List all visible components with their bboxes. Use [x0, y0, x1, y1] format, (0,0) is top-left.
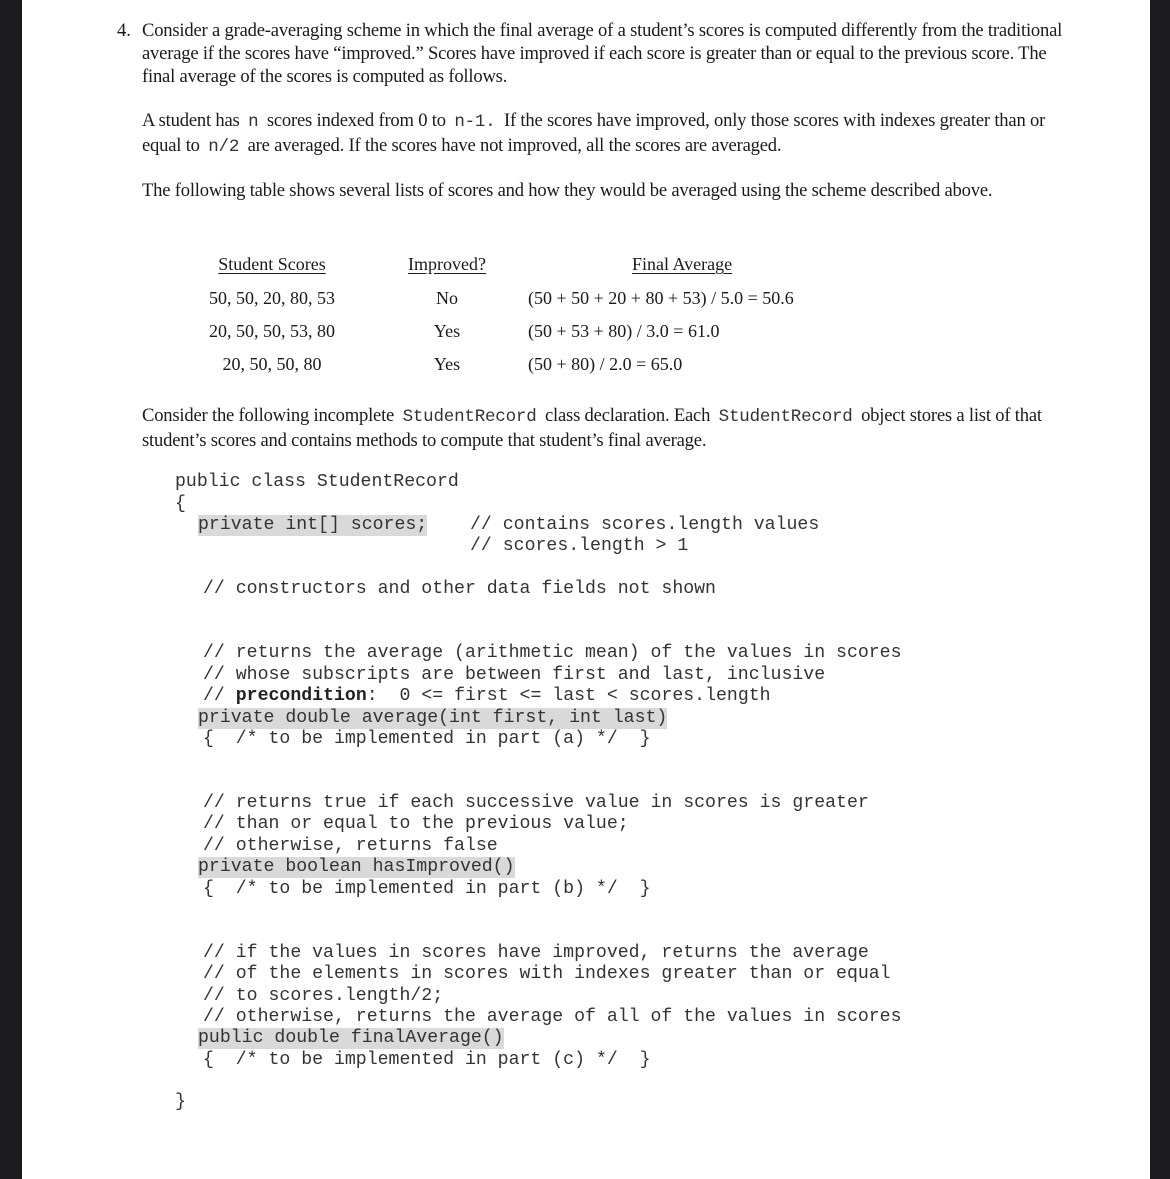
row-1-improved: No [436, 288, 458, 308]
table-intro: The following table shows several lists … [142, 180, 993, 201]
final-average-comment-1: // if the values in scores have improved… [203, 943, 869, 963]
precondition-label: precondition [235, 686, 367, 706]
final-average-comment-2: // of the elements in scores with indexe… [203, 964, 891, 984]
code-studentrecord-1: StudentRecord [402, 407, 537, 427]
final-average-comment-4: // otherwise, returns the average of all… [203, 1007, 902, 1027]
class-close-brace: } [175, 1092, 186, 1112]
class-intro-text-1: Consider the following incomplete [142, 405, 395, 426]
final-average-signature: public double finalAverage() [198, 1028, 504, 1050]
row-1-scores: 50, 50, 20, 80, 53 [209, 288, 335, 308]
scoring-rule: A student has n scores indexed from 0 to… [142, 109, 1072, 159]
code-n: n [248, 112, 259, 132]
precondition-prefix: // [203, 686, 225, 706]
class-intro-text-2: class declaration. Each [544, 405, 711, 426]
average-comment-2: // whose subscripts are between first an… [203, 665, 826, 685]
header-final-average: Final Average [632, 254, 733, 274]
code-n-half: n/2 [208, 137, 240, 157]
rule-text-1: A student has [142, 110, 240, 131]
row-2-improved: Yes [433, 321, 461, 341]
question-intro: Consider a grade-averaging scheme in whi… [142, 20, 1063, 87]
has-improved-comment-1: // returns true if each successive value… [203, 793, 869, 813]
final-average-comment-3: // to scores.length/2; [203, 986, 444, 1006]
precondition-text: : 0 <= first <= last < scores.length [366, 686, 771, 706]
row-3-improved: Yes [433, 354, 461, 374]
row-3-final-average: (50 + 80) / 2.0 = 65.0 [528, 354, 683, 374]
has-improved-signature: private boolean hasImproved() [198, 857, 515, 879]
average-comment-1: // returns the average (arithmetic mean)… [203, 643, 902, 663]
row-2-final-average: (50 + 53 + 80) / 3.0 = 61.0 [528, 321, 720, 341]
class-open-brace: { [175, 494, 186, 514]
constructors-comment: // constructors and other data fields no… [203, 579, 716, 599]
row-3-scores: 20, 50, 50, 80 [222, 354, 322, 374]
final-average-body: { /* to be implemented in part (c) */ } [203, 1050, 651, 1070]
average-signature: private double average(int first, int la… [198, 708, 668, 730]
code-n-minus-1: n-1. [454, 112, 496, 132]
header-student-scores: Student Scores [218, 254, 326, 274]
rule-text-2: scores indexed from 0 to [266, 110, 446, 131]
field-declaration: private int[] scores; [198, 515, 428, 537]
code-studentrecord-2: StudentRecord [718, 407, 853, 427]
has-improved-comment-3: // otherwise, returns false [203, 836, 498, 856]
field-comment-1: // contains scores.length values [470, 515, 820, 535]
average-body: { /* to be implemented in part (a) */ } [203, 729, 651, 749]
average-precondition: // precondition: 0 <= first <= last < sc… [203, 686, 771, 707]
has-improved-body: { /* to be implemented in part (b) */ } [203, 879, 651, 899]
row-2-scores: 20, 50, 50, 53, 80 [209, 321, 335, 341]
class-intro: Consider the following incomplete Studen… [142, 404, 1072, 452]
field-comment-2: // scores.length > 1 [470, 536, 689, 556]
row-1-final-average: (50 + 50 + 20 + 80 + 53) / 5.0 = 50.6 [528, 288, 794, 308]
class-declaration: public class StudentRecord [175, 472, 459, 492]
document-page: 4. Consider a grade-averaging scheme in … [22, 0, 1150, 1179]
has-improved-comment-2: // than or equal to the previous value; [203, 814, 629, 834]
question-number: 4. [117, 20, 131, 41]
rule-text-4: are averaged. If the scores have not imp… [247, 135, 782, 156]
header-improved: Improved? [408, 254, 486, 274]
